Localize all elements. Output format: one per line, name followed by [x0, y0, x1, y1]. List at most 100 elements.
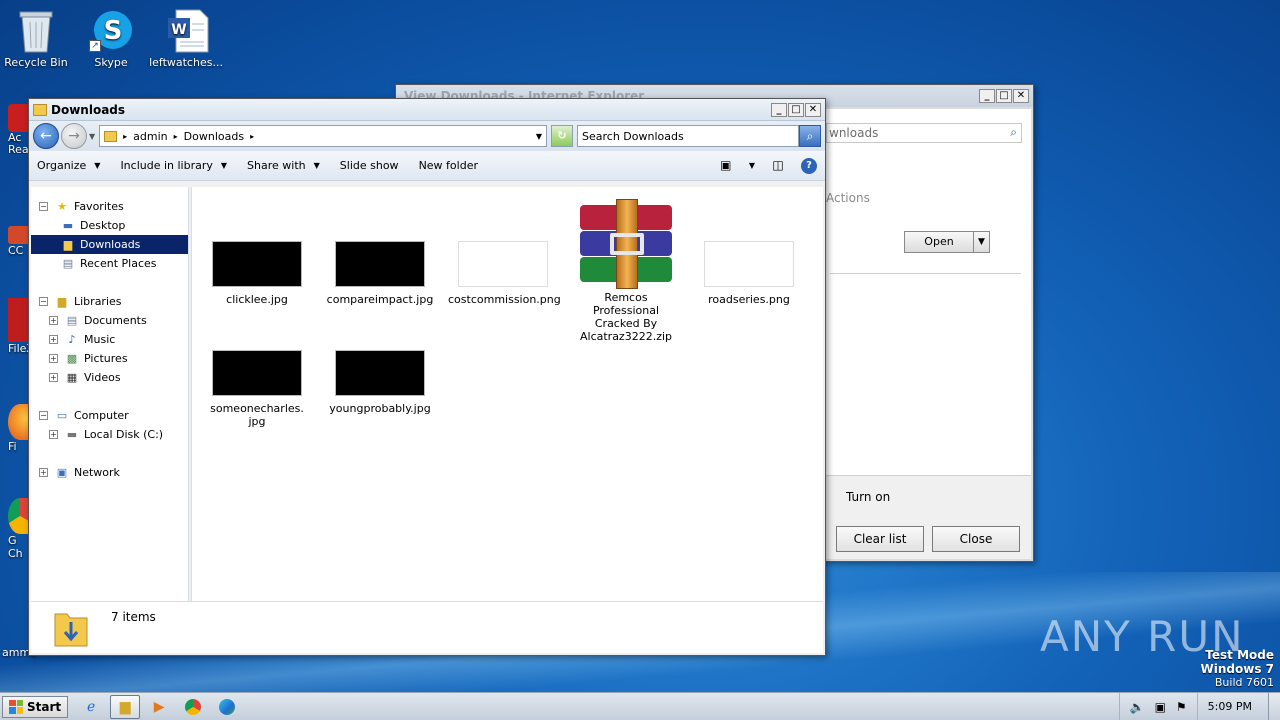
network-tray-icon[interactable]: ▣	[1155, 700, 1166, 714]
show-desktop-button[interactable]	[1268, 693, 1280, 720]
address-row: ← → ▼ ▸ admin ▸ Downloads ▸ ▼ ↻ Search D…	[29, 121, 825, 151]
clock[interactable]: 5:09 PM	[1196, 693, 1268, 720]
nav-pictures[interactable]: + ▩ Pictures	[31, 349, 188, 368]
breadcrumb-downloads[interactable]: Downloads	[184, 130, 244, 143]
file-item[interactable]: clicklee.jpg	[202, 241, 312, 306]
collapse-icon[interactable]: −	[39, 297, 48, 306]
file-item[interactable]: Remcos Professional Cracked By Alcatraz3…	[571, 199, 681, 343]
speaker-icon[interactable]: 🔈	[1130, 700, 1145, 714]
expand-icon[interactable]: +	[49, 335, 58, 344]
minimize-button[interactable]: _	[979, 89, 995, 103]
close-button[interactable]: ✕	[805, 102, 821, 117]
new-folder-button[interactable]: New folder	[419, 159, 478, 172]
breadcrumb-admin[interactable]: admin	[133, 130, 167, 143]
internet-explorer-taskbar-icon[interactable]: ℯ	[76, 695, 106, 719]
organize-button[interactable]: Organize ▼	[37, 159, 100, 172]
chevron-right-icon[interactable]: ▸	[174, 132, 178, 141]
file-item[interactable]: costcommission.png	[448, 241, 561, 306]
expand-icon[interactable]: +	[39, 468, 48, 477]
maximize-button[interactable]: □	[996, 89, 1012, 103]
file-item[interactable]: compareimpact.jpg	[325, 241, 435, 306]
nav-downloads[interactable]: ▆ Downloads	[31, 235, 188, 254]
share-with-button[interactable]: Share with ▼	[247, 159, 320, 172]
system-tray: 🔈 ▣ ⚑ 5:09 PM	[1118, 693, 1280, 720]
address-bar[interactable]: ▸ admin ▸ Downloads ▸ ▼	[99, 125, 547, 147]
explorer-window[interactable]: Downloads _ □ ✕ ← → ▼ ▸ admin ▸ Download…	[28, 98, 826, 656]
view-options-icon[interactable]: ▣	[717, 158, 735, 174]
nav-network[interactable]: + ▣ Network	[31, 463, 188, 482]
expand-icon[interactable]: +	[49, 316, 58, 325]
nav-label: Recent Places	[80, 257, 157, 270]
collapse-icon[interactable]: −	[39, 411, 48, 420]
nav-computer[interactable]: − ▭ Computer	[31, 406, 188, 425]
file-item[interactable]: youngprobably.jpg	[325, 350, 435, 415]
nav-label: Computer	[74, 409, 129, 422]
desktop-icon-recycle-bin[interactable]: Recycle Bin	[0, 2, 76, 69]
chevron-down-icon: ▼	[94, 161, 101, 170]
nav-music[interactable]: + ♪ Music	[31, 330, 188, 349]
nav-favorites[interactable]: − ★ Favorites	[31, 197, 188, 216]
file-item[interactable]: someonecharles.jpg	[202, 350, 312, 428]
edge-taskbar-icon[interactable]	[212, 695, 242, 719]
chevron-right-icon[interactable]: ▸	[123, 132, 127, 141]
search-icon[interactable]: ⌕	[799, 125, 821, 147]
ie-close-button[interactable]: Close	[932, 526, 1020, 552]
close-button[interactable]: ✕	[1013, 89, 1029, 103]
expand-icon[interactable]: +	[49, 373, 58, 382]
chevron-down-icon[interactable]: ▼	[973, 232, 989, 252]
pictures-icon: ▩	[66, 351, 78, 365]
nav-libraries[interactable]: − ▆ Libraries	[31, 292, 188, 311]
chevron-down-icon[interactable]: ▼	[749, 161, 755, 170]
chrome-taskbar-icon[interactable]	[178, 695, 208, 719]
ie-open-button[interactable]: Open ▼	[904, 231, 990, 253]
ie-turn-on-label[interactable]: Turn on	[846, 490, 890, 504]
recycle-bin-icon	[16, 8, 56, 53]
slide-show-button[interactable]: Slide show	[340, 159, 399, 172]
clear-list-button[interactable]: Clear list	[836, 526, 924, 552]
help-icon[interactable]: ?	[801, 157, 817, 174]
file-name: roadseries.png	[708, 293, 790, 306]
file-item[interactable]: roadseries.png	[694, 241, 804, 306]
forward-arrow-icon[interactable]: →	[61, 123, 87, 149]
minimize-button[interactable]: _	[771, 102, 787, 117]
nav-local-disk[interactable]: + ▬ Local Disk (C:)	[31, 425, 188, 444]
image-thumbnail	[212, 350, 302, 396]
explorer-title-bar[interactable]: Downloads _ □ ✕	[29, 99, 825, 121]
history-dropdown-icon[interactable]: ▼	[89, 132, 95, 141]
desktop-icon-skype[interactable]: S ↗ Skype	[71, 2, 151, 69]
start-button[interactable]: Start	[2, 695, 69, 718]
details-pane: 7 items	[31, 601, 823, 653]
nav-label: Documents	[84, 314, 147, 327]
media-player-taskbar-icon[interactable]: ▶	[144, 695, 174, 719]
network-icon: ▣	[56, 465, 68, 479]
chevron-right-icon[interactable]: ▸	[250, 132, 254, 141]
nav-videos[interactable]: + ▦ Videos	[31, 368, 188, 387]
nav-label: Favorites	[74, 200, 124, 213]
desktop-icon-label: Fi	[8, 440, 17, 453]
search-icon[interactable]: ⌕	[1010, 125, 1017, 140]
preview-pane-icon[interactable]: ◫	[769, 158, 787, 174]
explorer-taskbar-icon[interactable]: ▆	[110, 694, 141, 719]
ie-search-field[interactable]: wnloads ⌕	[826, 123, 1022, 143]
action-center-flag-icon[interactable]: ⚑	[1176, 700, 1187, 714]
expand-icon[interactable]: +	[49, 430, 58, 439]
search-input[interactable]: Search Downloads	[577, 125, 799, 147]
maximize-button[interactable]: □	[788, 102, 804, 117]
nav-label: Desktop	[80, 219, 126, 232]
nav-documents[interactable]: + ▤ Documents	[31, 311, 188, 330]
desktop-icon-leftwatches[interactable]: W leftwatches...	[146, 2, 226, 69]
nav-label: Pictures	[84, 352, 128, 365]
nav-label: Downloads	[80, 238, 141, 251]
nav-label: Libraries	[74, 295, 122, 308]
nav-desktop[interactable]: ▬ Desktop	[31, 216, 188, 235]
back-arrow-icon[interactable]: ←	[33, 123, 59, 149]
recent-places-icon: ▤	[62, 256, 74, 270]
expand-icon[interactable]: +	[49, 354, 58, 363]
nav-recent-places[interactable]: ▤ Recent Places	[31, 254, 188, 273]
folder-icon	[33, 103, 47, 116]
chevron-down-icon[interactable]: ▼	[536, 132, 542, 141]
include-in-library-button[interactable]: Include in library ▼	[120, 159, 227, 172]
start-label: Start	[27, 699, 62, 714]
refresh-icon[interactable]: ↻	[551, 125, 573, 147]
collapse-icon[interactable]: −	[39, 202, 48, 211]
